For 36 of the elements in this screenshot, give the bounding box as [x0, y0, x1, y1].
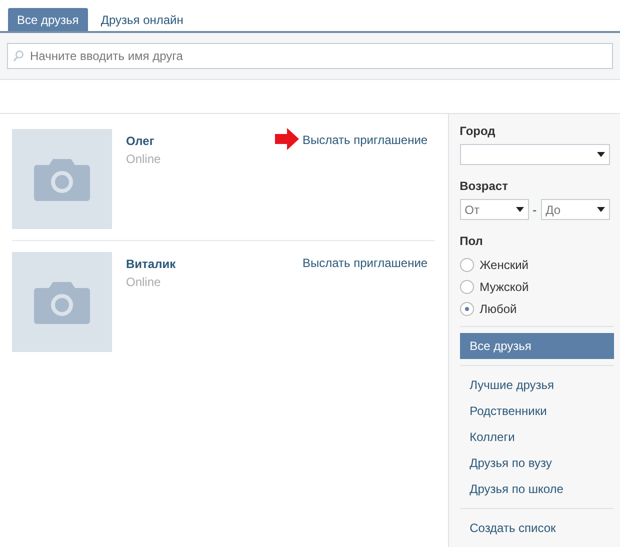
caret-icon — [596, 207, 605, 212]
filter-label: Возраст — [460, 179, 509, 194]
radio-button[interactable] — [460, 280, 474, 294]
camera-icon — [34, 159, 90, 201]
select-value: До — [546, 202, 561, 216]
radio-label[interactable]: Женский — [480, 258, 528, 272]
range-separator: - — [532, 202, 537, 216]
select-value: От — [464, 202, 480, 216]
friend-name[interactable]: Олег — [126, 133, 275, 149]
radio-button[interactable] — [460, 302, 474, 316]
caret-icon — [596, 152, 605, 157]
create-list-link[interactable]: Создать список — [460, 515, 614, 541]
caret-icon — [516, 207, 524, 212]
list-item[interactable]: Все друзья — [460, 333, 614, 359]
list-item[interactable]: Коллеги — [460, 424, 614, 450]
list-item[interactable]: Друзья по школе — [460, 476, 614, 502]
invite-link[interactable]: Выслать приглашение — [302, 255, 428, 271]
filter-label: Город — [460, 124, 496, 139]
search-field[interactable]: Начните вводить имя друга — [7, 43, 613, 69]
friend-name[interactable]: Виталик — [126, 256, 303, 272]
radio-label[interactable]: Любой — [480, 302, 517, 316]
list-item[interactable]: Лучшие друзья — [460, 372, 614, 398]
invite-link[interactable]: Выслать приглашение — [302, 132, 428, 148]
list-item[interactable]: Родственники — [460, 398, 614, 424]
online-status: Online — [126, 275, 162, 289]
age-from-select[interactable]: От — [460, 199, 529, 220]
online-status: Online — [126, 152, 162, 166]
radio-button[interactable] — [460, 258, 474, 272]
city-select[interactable] — [460, 144, 610, 165]
radio-label[interactable]: Мужской — [480, 280, 529, 294]
list-item[interactable]: Друзья по вузу — [460, 450, 614, 476]
tab[interactable]: Все друзья — [8, 8, 88, 31]
filter-label: Пол — [460, 234, 484, 249]
tab[interactable]: Друзья онлайн — [92, 8, 192, 31]
camera-icon — [34, 282, 90, 324]
age-to-select[interactable]: До — [540, 199, 610, 220]
